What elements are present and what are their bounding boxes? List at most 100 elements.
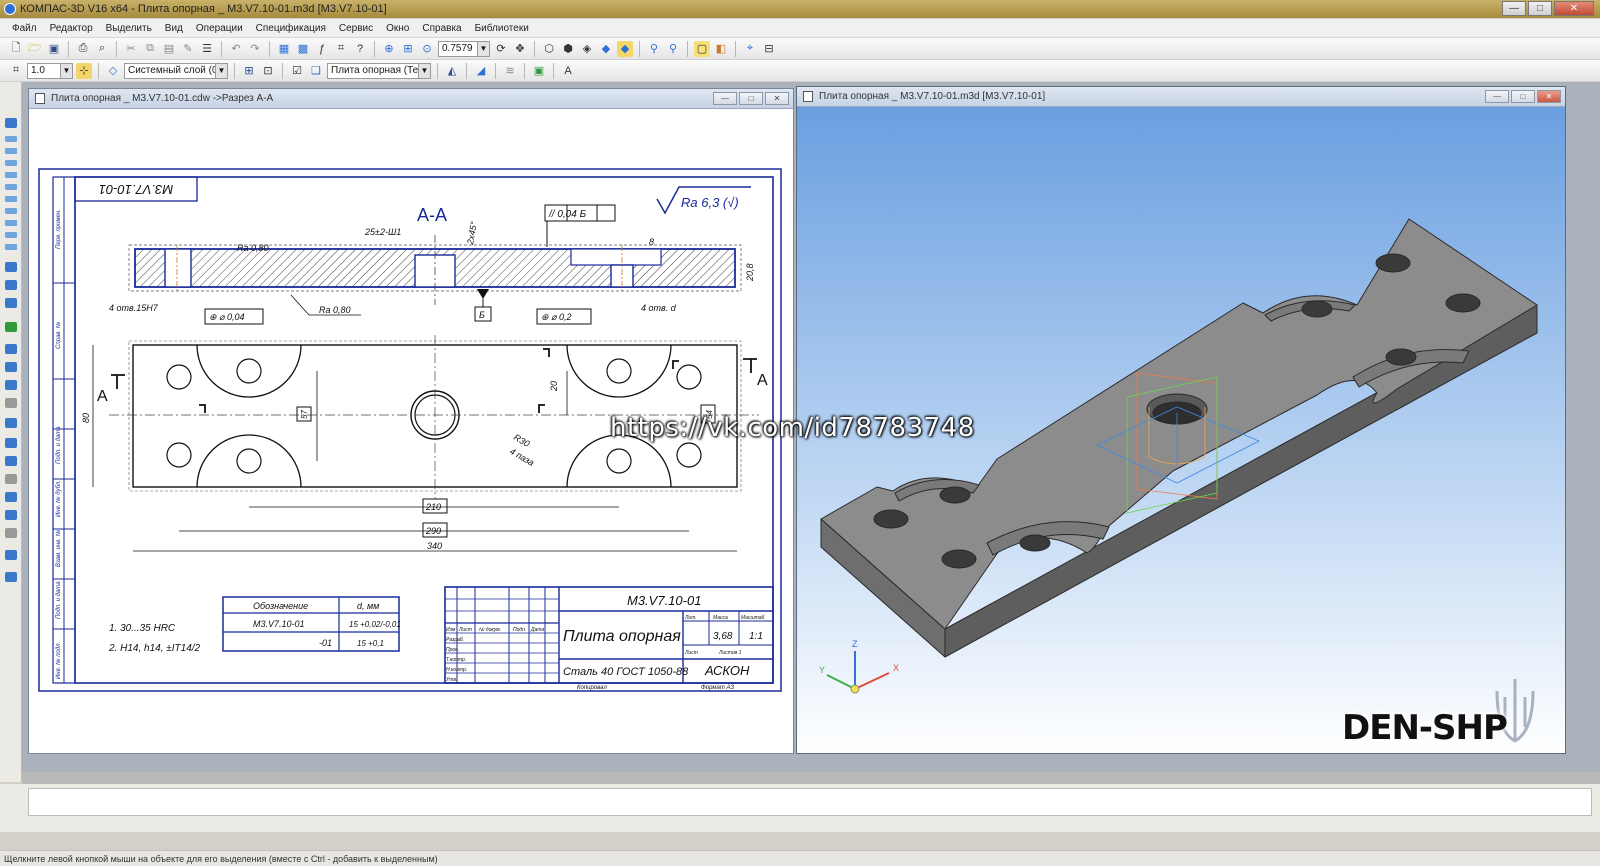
layer-combo[interactable]: Системный слой (0) ▼ (124, 62, 228, 79)
preview-icon[interactable]: ⌕ (94, 41, 110, 57)
hole-2 (236, 358, 262, 384)
groove-top-left (196, 344, 302, 398)
menu-libraries[interactable]: Библиотеки (475, 23, 529, 34)
section-icon[interactable]: ◧ (713, 41, 729, 57)
hole-8 (676, 442, 702, 468)
layers-icon[interactable]: ◇ (105, 63, 121, 79)
highlight-icon[interactable]: ▢ (694, 40, 710, 57)
drawing-maximize-button[interactable]: □ (739, 92, 763, 105)
section-hole-left (164, 248, 192, 288)
model-minimize-button[interactable]: — (1485, 90, 1509, 103)
undo-icon[interactable]: ↶ (228, 41, 244, 57)
menu-view[interactable]: Вид (165, 23, 183, 34)
close-button[interactable]: ✕ (1554, 1, 1594, 16)
hidden-lines-icon[interactable]: ⬢ (560, 41, 576, 57)
copy-icon[interactable]: ⧉ (142, 41, 158, 57)
properties-panel (0, 784, 1600, 832)
hole-3 (606, 358, 632, 384)
command-input-area[interactable] (28, 788, 1592, 816)
help-pointer-icon[interactable]: ? (352, 41, 368, 57)
menu-file[interactable]: Файл (12, 23, 37, 34)
section-arrow-left (111, 374, 125, 389)
datum-label: Б (479, 310, 485, 320)
menu-operations[interactable]: Операции (196, 23, 243, 34)
menu-window[interactable]: Окно (386, 23, 409, 34)
section-arrow-right (743, 358, 757, 373)
color-icon[interactable]: ◢ (473, 63, 489, 79)
toolbar-separator (221, 40, 222, 57)
menu-specification[interactable]: Спецификация (256, 23, 326, 34)
toolbar-separator (524, 62, 525, 79)
drawing-minimize-button[interactable]: — (713, 92, 737, 105)
view-icon[interactable]: ⊞ (241, 63, 257, 79)
compact-panel-icons (5, 118, 17, 582)
measure-icon[interactable]: ⌖ (742, 41, 758, 57)
y-axis-label: Y (819, 665, 825, 675)
groove-top-right (566, 344, 672, 398)
zoom-all-icon[interactable]: ⊞ (400, 41, 416, 57)
shaded-icon[interactable]: ◆ (598, 41, 614, 57)
paste-icon[interactable]: ▤ (161, 41, 177, 57)
model-close-button[interactable]: ✕ (1537, 90, 1561, 103)
snap-icon[interactable]: ⌗ (8, 63, 24, 79)
zoom-in-icon[interactable]: ⊙ (419, 41, 435, 57)
line-scale-combo[interactable]: 1.0 ▼ (27, 62, 73, 79)
tree-icon[interactable]: ⊟ (761, 41, 777, 57)
view-combo[interactable]: Плита опорная (Тел ▼ (327, 62, 431, 79)
dim-groove: 25±2-Ш1 (364, 227, 401, 237)
rotate-icon[interactable]: ⟳ (493, 41, 509, 57)
menu-help[interactable]: Справка (422, 23, 461, 34)
format-painter-icon[interactable]: ✎ (180, 41, 196, 57)
tb-field-dev: Разраб. (446, 637, 464, 643)
style-icon[interactable]: ≋ (502, 63, 518, 79)
mirror-stamp-text: М3.V7.10-01 (99, 182, 173, 197)
redo-icon[interactable]: ↷ (247, 41, 263, 57)
print-icon[interactable]: ⎙ (75, 41, 91, 57)
pan-icon[interactable]: ✥ (512, 41, 528, 57)
cut-icon[interactable]: ✂ (123, 41, 139, 57)
drawing-close-button[interactable]: ✕ (765, 92, 789, 105)
save-icon[interactable]: ▣ (46, 41, 62, 57)
insert-icon[interactable]: ▣ (531, 63, 547, 79)
model-maximize-button[interactable]: □ (1511, 90, 1535, 103)
report-icon (5, 492, 17, 502)
grid-icon[interactable]: ⊹ (76, 62, 92, 79)
toolbar-separator (269, 40, 270, 57)
view-manager-icon[interactable]: ⊡ (260, 63, 276, 79)
edit-icon (5, 208, 17, 214)
drawing-window-header[interactable]: Плита опорная _ М3.V7.10-01.cdw ->Разрез… (29, 89, 793, 109)
toolbar-separator (495, 62, 496, 79)
zoom-combo[interactable]: 0.7579 ▼ (438, 40, 490, 57)
manager-icon[interactable]: ▦ (276, 41, 292, 57)
filter-icon[interactable]: ⚲ (646, 41, 662, 57)
variables-icon[interactable]: ƒ (314, 41, 330, 57)
filter2-icon[interactable]: ⚲ (665, 41, 681, 57)
new-document-icon[interactable]: 🗋 (8, 41, 24, 57)
halftone-icon[interactable]: ◈ (579, 41, 595, 57)
part-icon[interactable]: ❏ (308, 63, 324, 79)
zoom-window-icon[interactable]: ⊕ (381, 41, 397, 57)
holes-right-label: 4 отв. d (641, 303, 677, 313)
menu-select[interactable]: Выделить (106, 23, 152, 34)
menu-service[interactable]: Сервис (339, 23, 373, 34)
maximize-button[interactable]: □ (1528, 1, 1552, 16)
orient-icon[interactable]: ◭ (444, 63, 460, 79)
shaded-edges-icon[interactable]: ◆ (617, 40, 633, 57)
text-style-icon[interactable]: A (560, 63, 576, 79)
hole-1 (166, 364, 192, 390)
window-controls: — □ ✕ (1502, 1, 1594, 16)
check-icon[interactable]: ☑ (289, 63, 305, 79)
calc-icon[interactable]: ⌗ (333, 41, 349, 57)
open-folder-icon[interactable]: 🗁 (27, 41, 43, 57)
wireframe-icon[interactable]: ⬡ (541, 41, 557, 57)
tb-lit: Лит. (684, 615, 697, 621)
menu-edit[interactable]: Редактор (50, 23, 93, 34)
library-icon[interactable]: ▩ (295, 41, 311, 57)
properties-icon[interactable]: ☰ (199, 41, 215, 57)
model-hole-2 (939, 486, 971, 504)
model-window-header[interactable]: Плита опорная _ М3.V7.10-01.m3d [М3.V7.1… (797, 87, 1565, 107)
minimize-button[interactable]: — (1502, 1, 1526, 16)
curve-icon (5, 136, 17, 142)
model-doc-icon (803, 91, 813, 102)
tb-field-tcontrol: Т.контр. (446, 657, 466, 663)
